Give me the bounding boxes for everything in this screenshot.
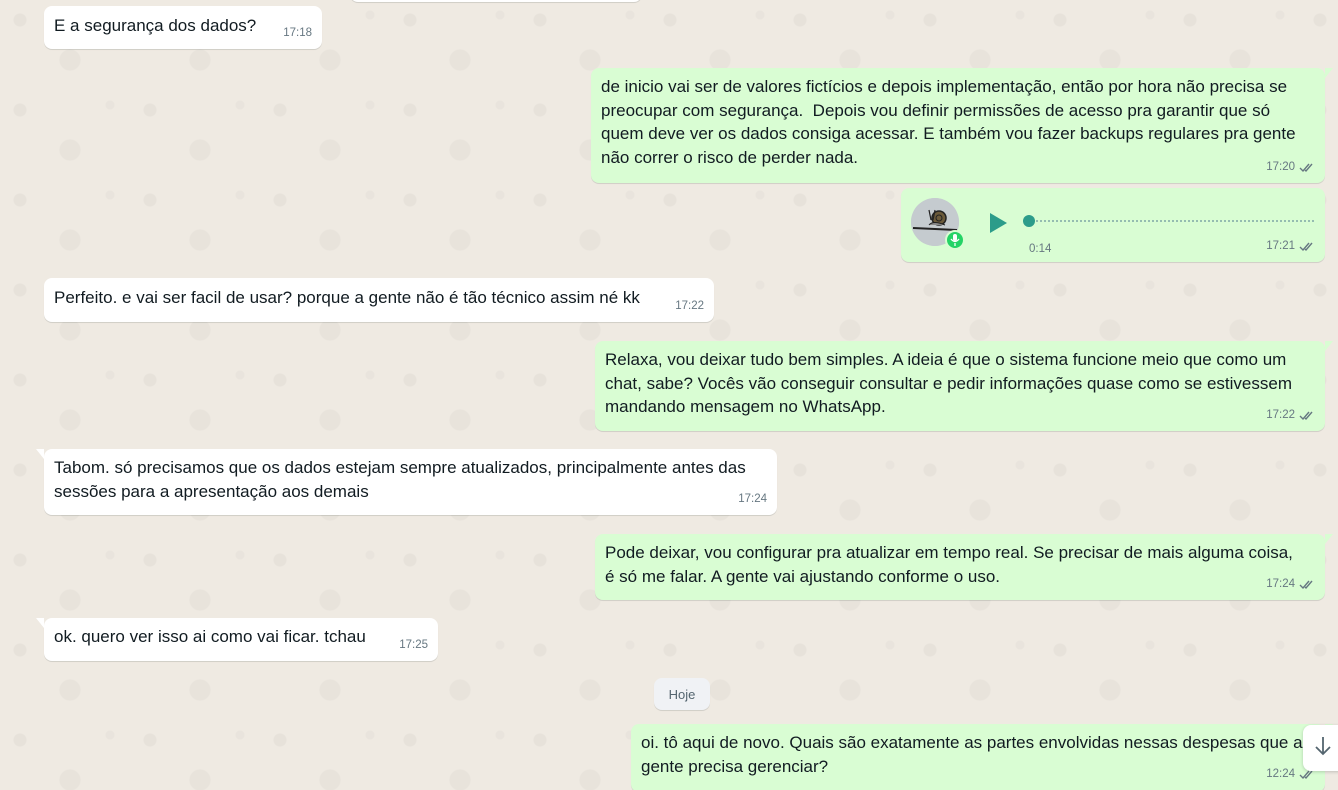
message-text: E a segurança dos dados? bbox=[54, 16, 257, 35]
outgoing-message[interactable]: Pode deixar, vou configurar pra atualiza… bbox=[595, 534, 1333, 600]
message-time: 17:22 bbox=[1266, 408, 1295, 421]
message-meta: 17:20 bbox=[1266, 156, 1315, 180]
message-meta: 17:22 bbox=[675, 295, 704, 319]
message-time: 17:25 bbox=[399, 638, 428, 651]
avatar bbox=[911, 198, 965, 250]
outgoing-message[interactable]: de inicio vai ser de valores fictícios e… bbox=[591, 68, 1333, 183]
message-time: 17:20 bbox=[1266, 160, 1295, 173]
message-meta: 17:18 bbox=[283, 22, 312, 46]
double-check-icon bbox=[1299, 162, 1315, 173]
play-icon[interactable] bbox=[987, 212, 1009, 234]
message-meta: 17:22 bbox=[1266, 404, 1315, 428]
incoming-message[interactable]: ok. quero ver isso ai como vai ficar. tc… bbox=[36, 618, 438, 661]
message-meta: 17:24 bbox=[738, 488, 767, 512]
audio-duration: 0:14 bbox=[1029, 243, 1052, 255]
incoming-message[interactable]: E a segurança dos dados? 17:18 bbox=[44, 6, 322, 49]
date-divider: Hoje bbox=[654, 678, 710, 710]
incoming-message[interactable]: Perfeito. e vai ser facil de usar? porqu… bbox=[44, 278, 714, 322]
message-time: 17:22 bbox=[675, 299, 704, 312]
message-text: Tabom. só precisamos que os dados esteja… bbox=[54, 458, 746, 501]
message-text: ok. quero ver isso ai como vai ficar. tc… bbox=[54, 627, 366, 646]
scroll-to-bottom-button[interactable] bbox=[1303, 725, 1338, 771]
message-meta: 17:24 bbox=[1266, 573, 1315, 597]
double-check-icon bbox=[1299, 410, 1315, 421]
audio-waveform[interactable] bbox=[1035, 220, 1315, 222]
previous-message-edge bbox=[350, 0, 642, 2]
message-time: 17:24 bbox=[1266, 577, 1295, 590]
message-time: 17:24 bbox=[738, 492, 767, 505]
audio-progress-handle[interactable] bbox=[1023, 215, 1035, 227]
message-text: oi. tô aqui de novo. Quais são exatament… bbox=[641, 733, 1303, 776]
incoming-message[interactable]: Tabom. só precisamos que os dados esteja… bbox=[36, 449, 777, 515]
message-meta: 17:21 bbox=[1266, 235, 1315, 259]
message-time: 17:18 bbox=[283, 26, 312, 39]
mic-icon bbox=[945, 230, 965, 250]
message-text: Perfeito. e vai ser facil de usar? porqu… bbox=[54, 288, 640, 307]
message-text: Relaxa, vou deixar tudo bem simples. A i… bbox=[605, 350, 1292, 416]
message-time: 17:21 bbox=[1266, 239, 1295, 252]
message-meta: 17:25 bbox=[399, 634, 428, 658]
arrow-down-icon bbox=[1313, 735, 1333, 762]
double-check-icon bbox=[1299, 579, 1315, 590]
audio-message[interactable]: 0:14 17:21 bbox=[901, 188, 1325, 262]
outgoing-message[interactable]: Relaxa, vou deixar tudo bem simples. A i… bbox=[595, 341, 1333, 431]
chat-panel: E a segurança dos dados? 17:18 de inicio… bbox=[0, 0, 1338, 790]
outgoing-message[interactable]: oi. tô aqui de novo. Quais são exatament… bbox=[631, 724, 1333, 790]
double-check-icon bbox=[1299, 241, 1315, 252]
message-text: Pode deixar, vou configurar pra atualiza… bbox=[605, 543, 1293, 586]
message-time: 12:24 bbox=[1266, 767, 1295, 780]
message-text: de inicio vai ser de valores fictícios e… bbox=[601, 77, 1296, 167]
